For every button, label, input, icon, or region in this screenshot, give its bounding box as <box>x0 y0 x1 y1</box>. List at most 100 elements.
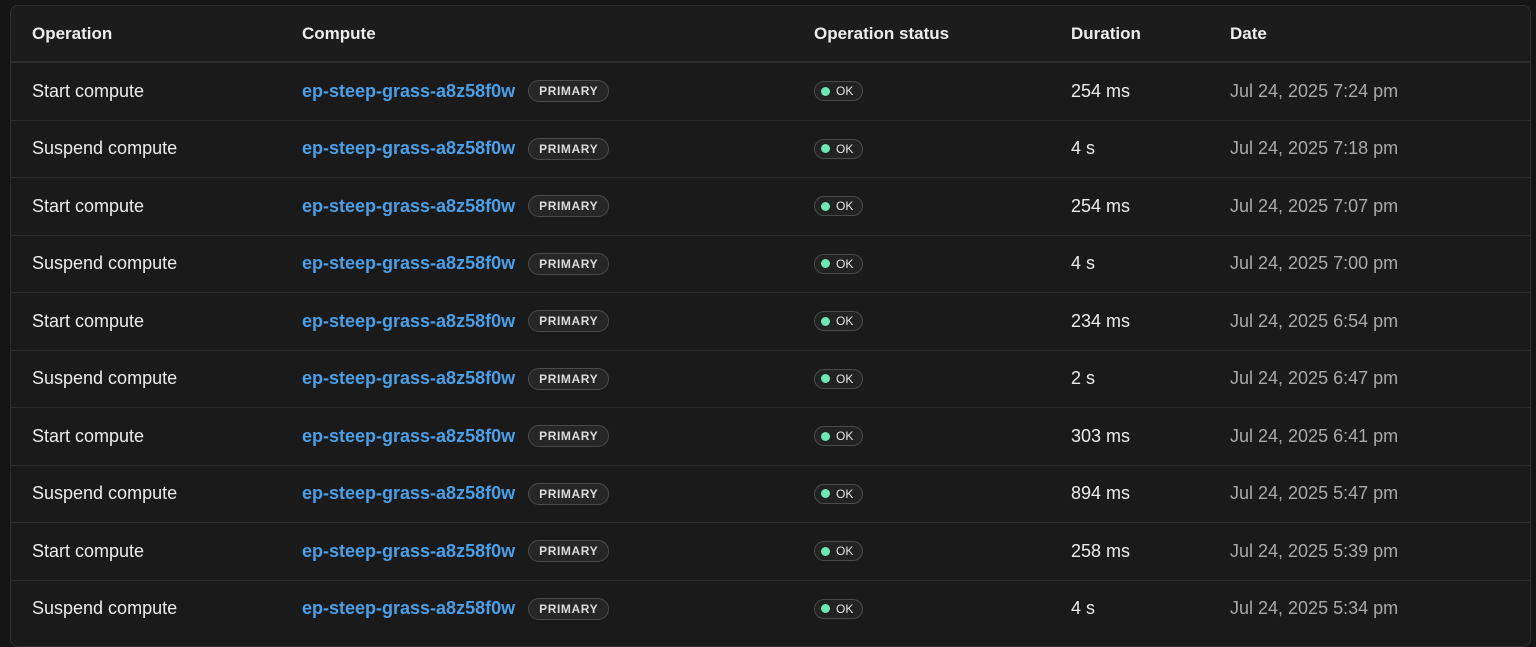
status-badge: OK <box>814 253 864 274</box>
compute-link[interactable]: ep-steep-grass-a8z58f0w <box>302 81 515 102</box>
compute-link[interactable]: ep-steep-grass-a8z58f0w <box>302 541 515 562</box>
operations-table: Operation Compute Operation status Durat… <box>10 5 1531 647</box>
compute-link[interactable]: ep-steep-grass-a8z58f0w <box>302 253 515 274</box>
status-ok-dot-icon <box>821 316 830 326</box>
table-row: Suspend compute ep-steep-grass-a8z58f0w … <box>11 119 1530 178</box>
compute-cell: ep-steep-grass-a8z58f0w PRIMARY <box>302 425 610 448</box>
date-cell: Jul 24, 2025 5:47 pm <box>1230 483 1399 504</box>
compute-cell: ep-steep-grass-a8z58f0w PRIMARY <box>302 195 610 218</box>
status-badge: OK <box>814 138 864 159</box>
primary-badge: PRIMARY <box>528 252 610 275</box>
primary-badge: PRIMARY <box>528 482 610 505</box>
date-cell: Jul 24, 2025 5:39 pm <box>1230 540 1399 561</box>
compute-link[interactable]: ep-steep-grass-a8z58f0w <box>302 368 515 389</box>
date-cell: Jul 24, 2025 7:00 pm <box>1230 253 1399 274</box>
primary-badge: PRIMARY <box>528 425 610 448</box>
status-label: OK <box>836 429 854 444</box>
compute-link[interactable]: ep-steep-grass-a8z58f0w <box>302 598 515 619</box>
duration-cell: 2 s <box>1071 368 1096 389</box>
duration-cell: 234 ms <box>1071 310 1131 331</box>
duration-cell: 258 ms <box>1071 540 1131 561</box>
operation-cell: Suspend compute <box>32 138 178 159</box>
duration-cell: 254 ms <box>1071 80 1131 101</box>
status-label: OK <box>836 314 854 329</box>
primary-badge: PRIMARY <box>528 80 610 103</box>
status-ok-dot-icon <box>821 259 830 269</box>
status-ok-dot-icon <box>821 374 830 384</box>
primary-badge: PRIMARY <box>528 137 610 160</box>
status-label: OK <box>836 544 854 559</box>
table-row: Suspend compute ep-steep-grass-a8z58f0w … <box>11 349 1530 408</box>
status-cell: OK <box>814 253 864 274</box>
column-header-compute[interactable]: Compute <box>302 24 376 44</box>
column-header-duration[interactable]: Duration <box>1071 24 1141 44</box>
status-cell: OK <box>814 598 864 619</box>
column-header-date[interactable]: Date <box>1230 24 1267 44</box>
duration-cell: 254 ms <box>1071 195 1131 216</box>
status-badge: OK <box>814 598 864 619</box>
table-row: Suspend compute ep-steep-grass-a8z58f0w … <box>11 579 1530 638</box>
operation-cell: Start compute <box>32 540 145 561</box>
status-label: OK <box>836 141 854 156</box>
compute-cell: ep-steep-grass-a8z58f0w PRIMARY <box>302 540 610 563</box>
duration-cell: 303 ms <box>1071 425 1131 446</box>
table-row: Start compute ep-steep-grass-a8z58f0w PR… <box>11 522 1530 580</box>
status-label: OK <box>836 371 854 386</box>
status-ok-dot-icon <box>821 144 830 154</box>
duration-cell: 4 s <box>1071 138 1096 159</box>
status-label: OK <box>836 601 854 616</box>
compute-link[interactable]: ep-steep-grass-a8z58f0w <box>302 138 515 159</box>
primary-badge: PRIMARY <box>528 597 610 620</box>
compute-link[interactable]: ep-steep-grass-a8z58f0w <box>302 311 515 332</box>
date-cell: Jul 24, 2025 6:54 pm <box>1230 310 1399 331</box>
date-cell: Jul 24, 2025 5:34 pm <box>1230 598 1399 619</box>
compute-cell: ep-steep-grass-a8z58f0w PRIMARY <box>302 310 610 333</box>
status-label: OK <box>836 199 854 214</box>
status-badge: OK <box>814 426 864 447</box>
date-cell: Jul 24, 2025 7:07 pm <box>1230 195 1399 216</box>
operation-cell: Start compute <box>32 195 145 216</box>
status-badge: OK <box>814 483 864 504</box>
table-row: Start compute ep-steep-grass-a8z58f0w PR… <box>11 407 1530 465</box>
status-cell: OK <box>814 426 864 447</box>
operation-cell: Suspend compute <box>32 368 178 389</box>
status-ok-dot-icon <box>821 489 830 499</box>
table-body: Start compute ep-steep-grass-a8z58f0w PR… <box>11 62 1530 637</box>
date-cell: Jul 24, 2025 7:18 pm <box>1230 138 1399 159</box>
table-row: Start compute ep-steep-grass-a8z58f0w PR… <box>11 177 1530 235</box>
column-header-status[interactable]: Operation status <box>814 24 949 44</box>
compute-cell: ep-steep-grass-a8z58f0w PRIMARY <box>302 367 610 390</box>
status-cell: OK <box>814 483 864 504</box>
table-row: Suspend compute ep-steep-grass-a8z58f0w … <box>11 234 1530 293</box>
status-cell: OK <box>814 311 864 332</box>
compute-link[interactable]: ep-steep-grass-a8z58f0w <box>302 196 515 217</box>
compute-cell: ep-steep-grass-a8z58f0w PRIMARY <box>302 80 610 103</box>
column-header-operation[interactable]: Operation <box>32 24 112 44</box>
status-label: OK <box>836 84 854 99</box>
status-badge: OK <box>814 541 864 562</box>
status-ok-dot-icon <box>821 546 830 556</box>
operation-cell: Suspend compute <box>32 598 178 619</box>
duration-cell: 894 ms <box>1071 483 1131 504</box>
status-cell: OK <box>814 541 864 562</box>
status-ok-dot-icon <box>821 86 830 96</box>
status-label: OK <box>836 256 854 271</box>
status-label: OK <box>836 486 854 501</box>
status-ok-dot-icon <box>821 431 830 441</box>
compute-link[interactable]: ep-steep-grass-a8z58f0w <box>302 426 515 447</box>
operation-cell: Suspend compute <box>32 483 178 504</box>
date-cell: Jul 24, 2025 6:47 pm <box>1230 368 1399 389</box>
status-cell: OK <box>814 368 864 389</box>
status-ok-dot-icon <box>821 604 830 614</box>
primary-badge: PRIMARY <box>528 310 610 333</box>
status-cell: OK <box>814 196 864 217</box>
operation-cell: Start compute <box>32 425 145 446</box>
date-cell: Jul 24, 2025 7:24 pm <box>1230 80 1399 101</box>
table-header: Operation Compute Operation status Durat… <box>11 6 1530 62</box>
status-badge: OK <box>814 196 864 217</box>
status-badge: OK <box>814 368 864 389</box>
compute-cell: ep-steep-grass-a8z58f0w PRIMARY <box>302 252 610 275</box>
status-ok-dot-icon <box>821 201 830 211</box>
duration-cell: 4 s <box>1071 598 1096 619</box>
compute-link[interactable]: ep-steep-grass-a8z58f0w <box>302 483 515 504</box>
